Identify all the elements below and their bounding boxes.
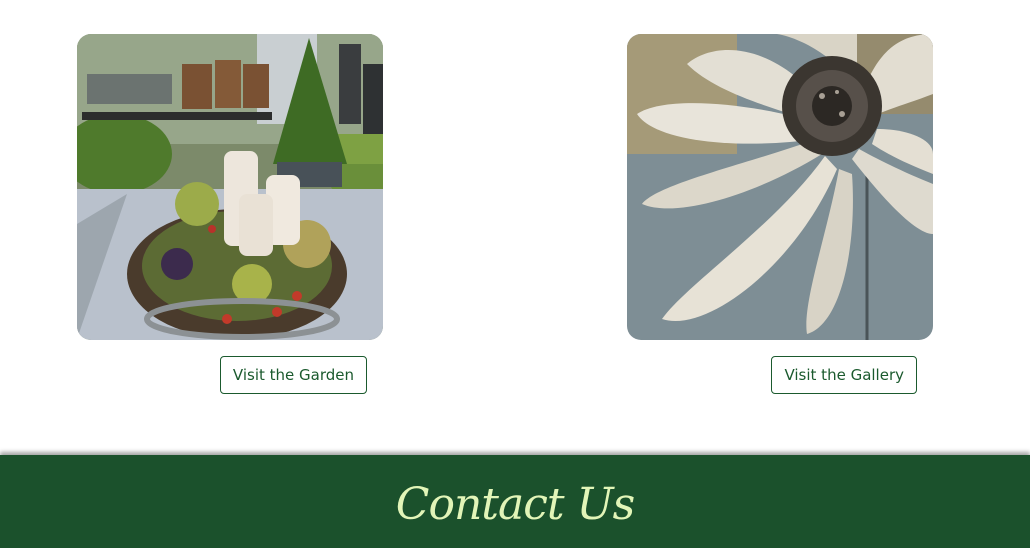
garden-card: Visit the Garden: [77, 34, 383, 394]
garden-photo: [77, 34, 383, 340]
gallery-photo: [627, 34, 933, 340]
contact-heading: Contact Us: [395, 479, 635, 530]
contact-section: Contact Us: [0, 455, 1030, 548]
gallery-card: Visit the Gallery: [627, 34, 933, 394]
visit-gallery-button[interactable]: Visit the Gallery: [771, 356, 917, 394]
visit-garden-button[interactable]: Visit the Garden: [219, 356, 367, 394]
